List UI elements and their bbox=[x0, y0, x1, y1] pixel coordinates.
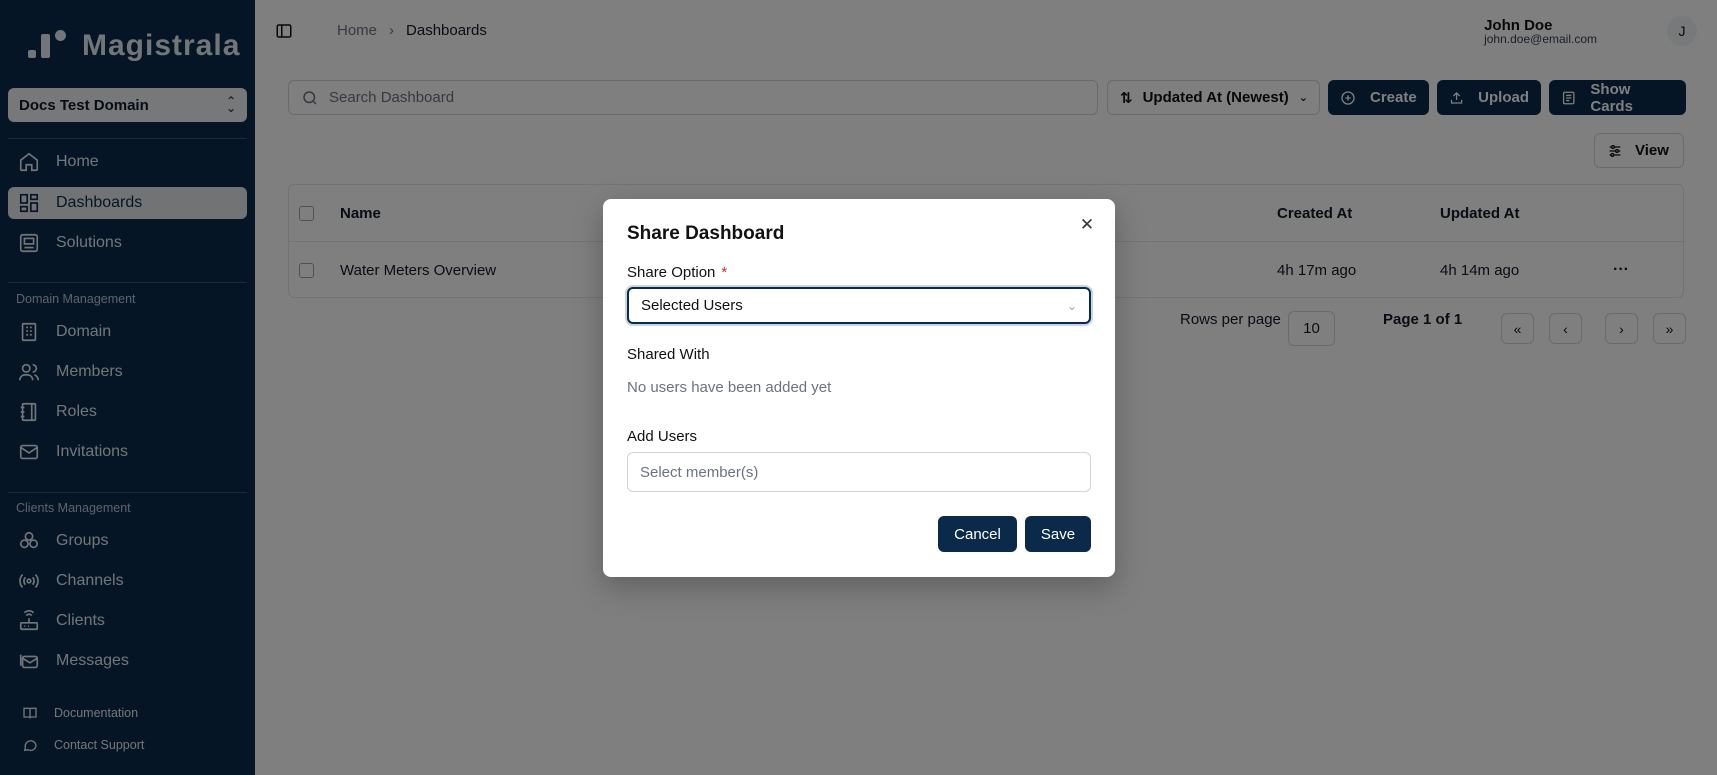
add-users-input[interactable]: Select member(s) bbox=[627, 452, 1091, 492]
chevron-down-icon: ⌄ bbox=[1066, 298, 1077, 313]
close-icon[interactable]: ✕ bbox=[1077, 215, 1097, 235]
dialog-title: Share Dashboard bbox=[627, 223, 785, 244]
share-dashboard-dialog: Share Dashboard ✕ Share Option * Selected… bbox=[603, 199, 1115, 577]
shared-with-empty-text: No users have been added yet bbox=[627, 379, 832, 396]
share-option-label: Share Option * bbox=[627, 264, 727, 281]
add-users-placeholder: Select member(s) bbox=[640, 463, 759, 481]
add-users-label: Add Users bbox=[627, 428, 698, 445]
share-option-select[interactable]: Selected Users ⌄ bbox=[627, 287, 1091, 324]
cancel-button[interactable]: Cancel bbox=[938, 516, 1017, 552]
shared-with-label: Shared With bbox=[627, 346, 710, 363]
save-button[interactable]: Save bbox=[1025, 516, 1091, 552]
share-option-label-text: Share Option bbox=[627, 264, 716, 281]
required-marker: * bbox=[721, 264, 728, 281]
share-option-value: Selected Users bbox=[641, 297, 743, 314]
